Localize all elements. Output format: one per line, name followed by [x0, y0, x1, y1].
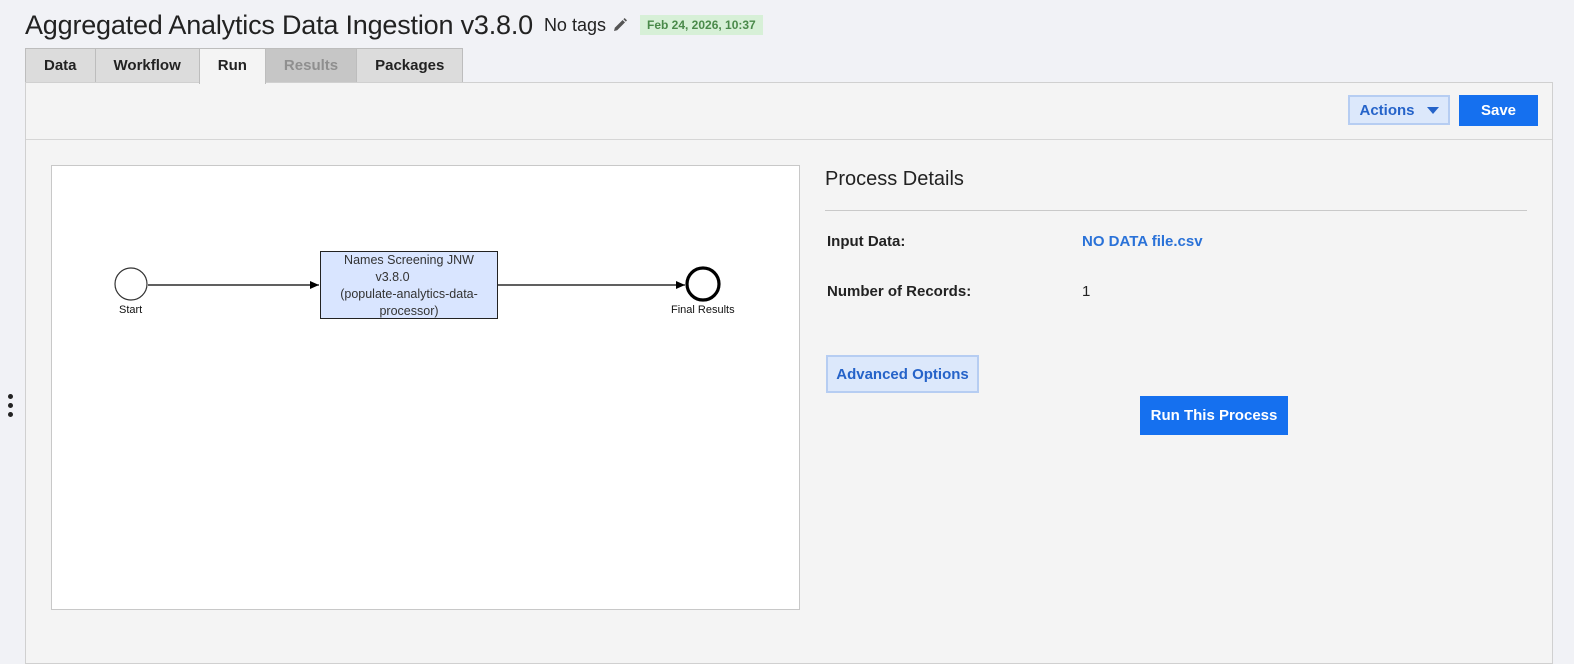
run-panel: Actions Save Names Screening JNW v3.8.0 … — [25, 82, 1553, 664]
start-label: Start — [119, 304, 143, 316]
tab-workflow[interactable]: Workflow — [94, 48, 200, 82]
save-button[interactable]: Save — [1459, 95, 1538, 126]
workflow-diagram: Names Screening JNW v3.8.0 (populate-ana… — [51, 165, 800, 610]
tab-results: Results — [264, 48, 358, 82]
details-title: Process Details — [825, 168, 964, 190]
process-details: Process Details Input Data: NO DATA file… — [825, 165, 1527, 435]
tags-text: No tags — [543, 14, 606, 35]
toolbar: Actions Save — [26, 83, 1552, 140]
task-line: (populate-analytics-data- — [340, 287, 478, 301]
end-label: Final Results — [671, 304, 735, 316]
actions-label: Actions — [1359, 101, 1415, 119]
actions-button[interactable]: Actions — [1348, 95, 1450, 125]
date-badge: Feb 24, 2026, 10:37 — [639, 15, 763, 35]
records-value: 1 — [1082, 283, 1091, 300]
vertical-dots-icon[interactable] — [7, 394, 15, 422]
task-line: Names Screening JNW — [344, 253, 474, 267]
details-divider — [825, 210, 1527, 211]
task-line: processor) — [379, 304, 439, 318]
tab-run[interactable]: Run — [198, 48, 266, 84]
tab-data[interactable]: Data — [25, 48, 96, 82]
start-event-node[interactable] — [114, 267, 148, 301]
diagram-canvas — [114, 266, 721, 302]
tab-bar: Data Workflow Run Results Packages — [25, 48, 464, 84]
task-line: v3.8.0 — [375, 270, 410, 284]
page-header: Aggregated Analytics Data Ingestion v3.8… — [25, 8, 763, 42]
input-data-label: Input Data: — [827, 233, 906, 250]
advanced-options-button[interactable]: Advanced Options — [826, 355, 979, 393]
tab-packages[interactable]: Packages — [356, 48, 464, 82]
end-event-node[interactable] — [685, 266, 721, 302]
page-title: Aggregated Analytics Data Ingestion v3.8… — [25, 9, 533, 40]
caret-down-icon — [1426, 106, 1439, 114]
records-label: Number of Records: — [827, 283, 972, 300]
input-data-link[interactable]: NO DATA file.csv — [1082, 233, 1203, 250]
pencil-icon[interactable] — [612, 17, 628, 33]
task-node[interactable]: Names Screening JNW v3.8.0 (populate-ana… — [320, 251, 498, 319]
run-process-button[interactable]: Run This Process — [1140, 396, 1288, 435]
